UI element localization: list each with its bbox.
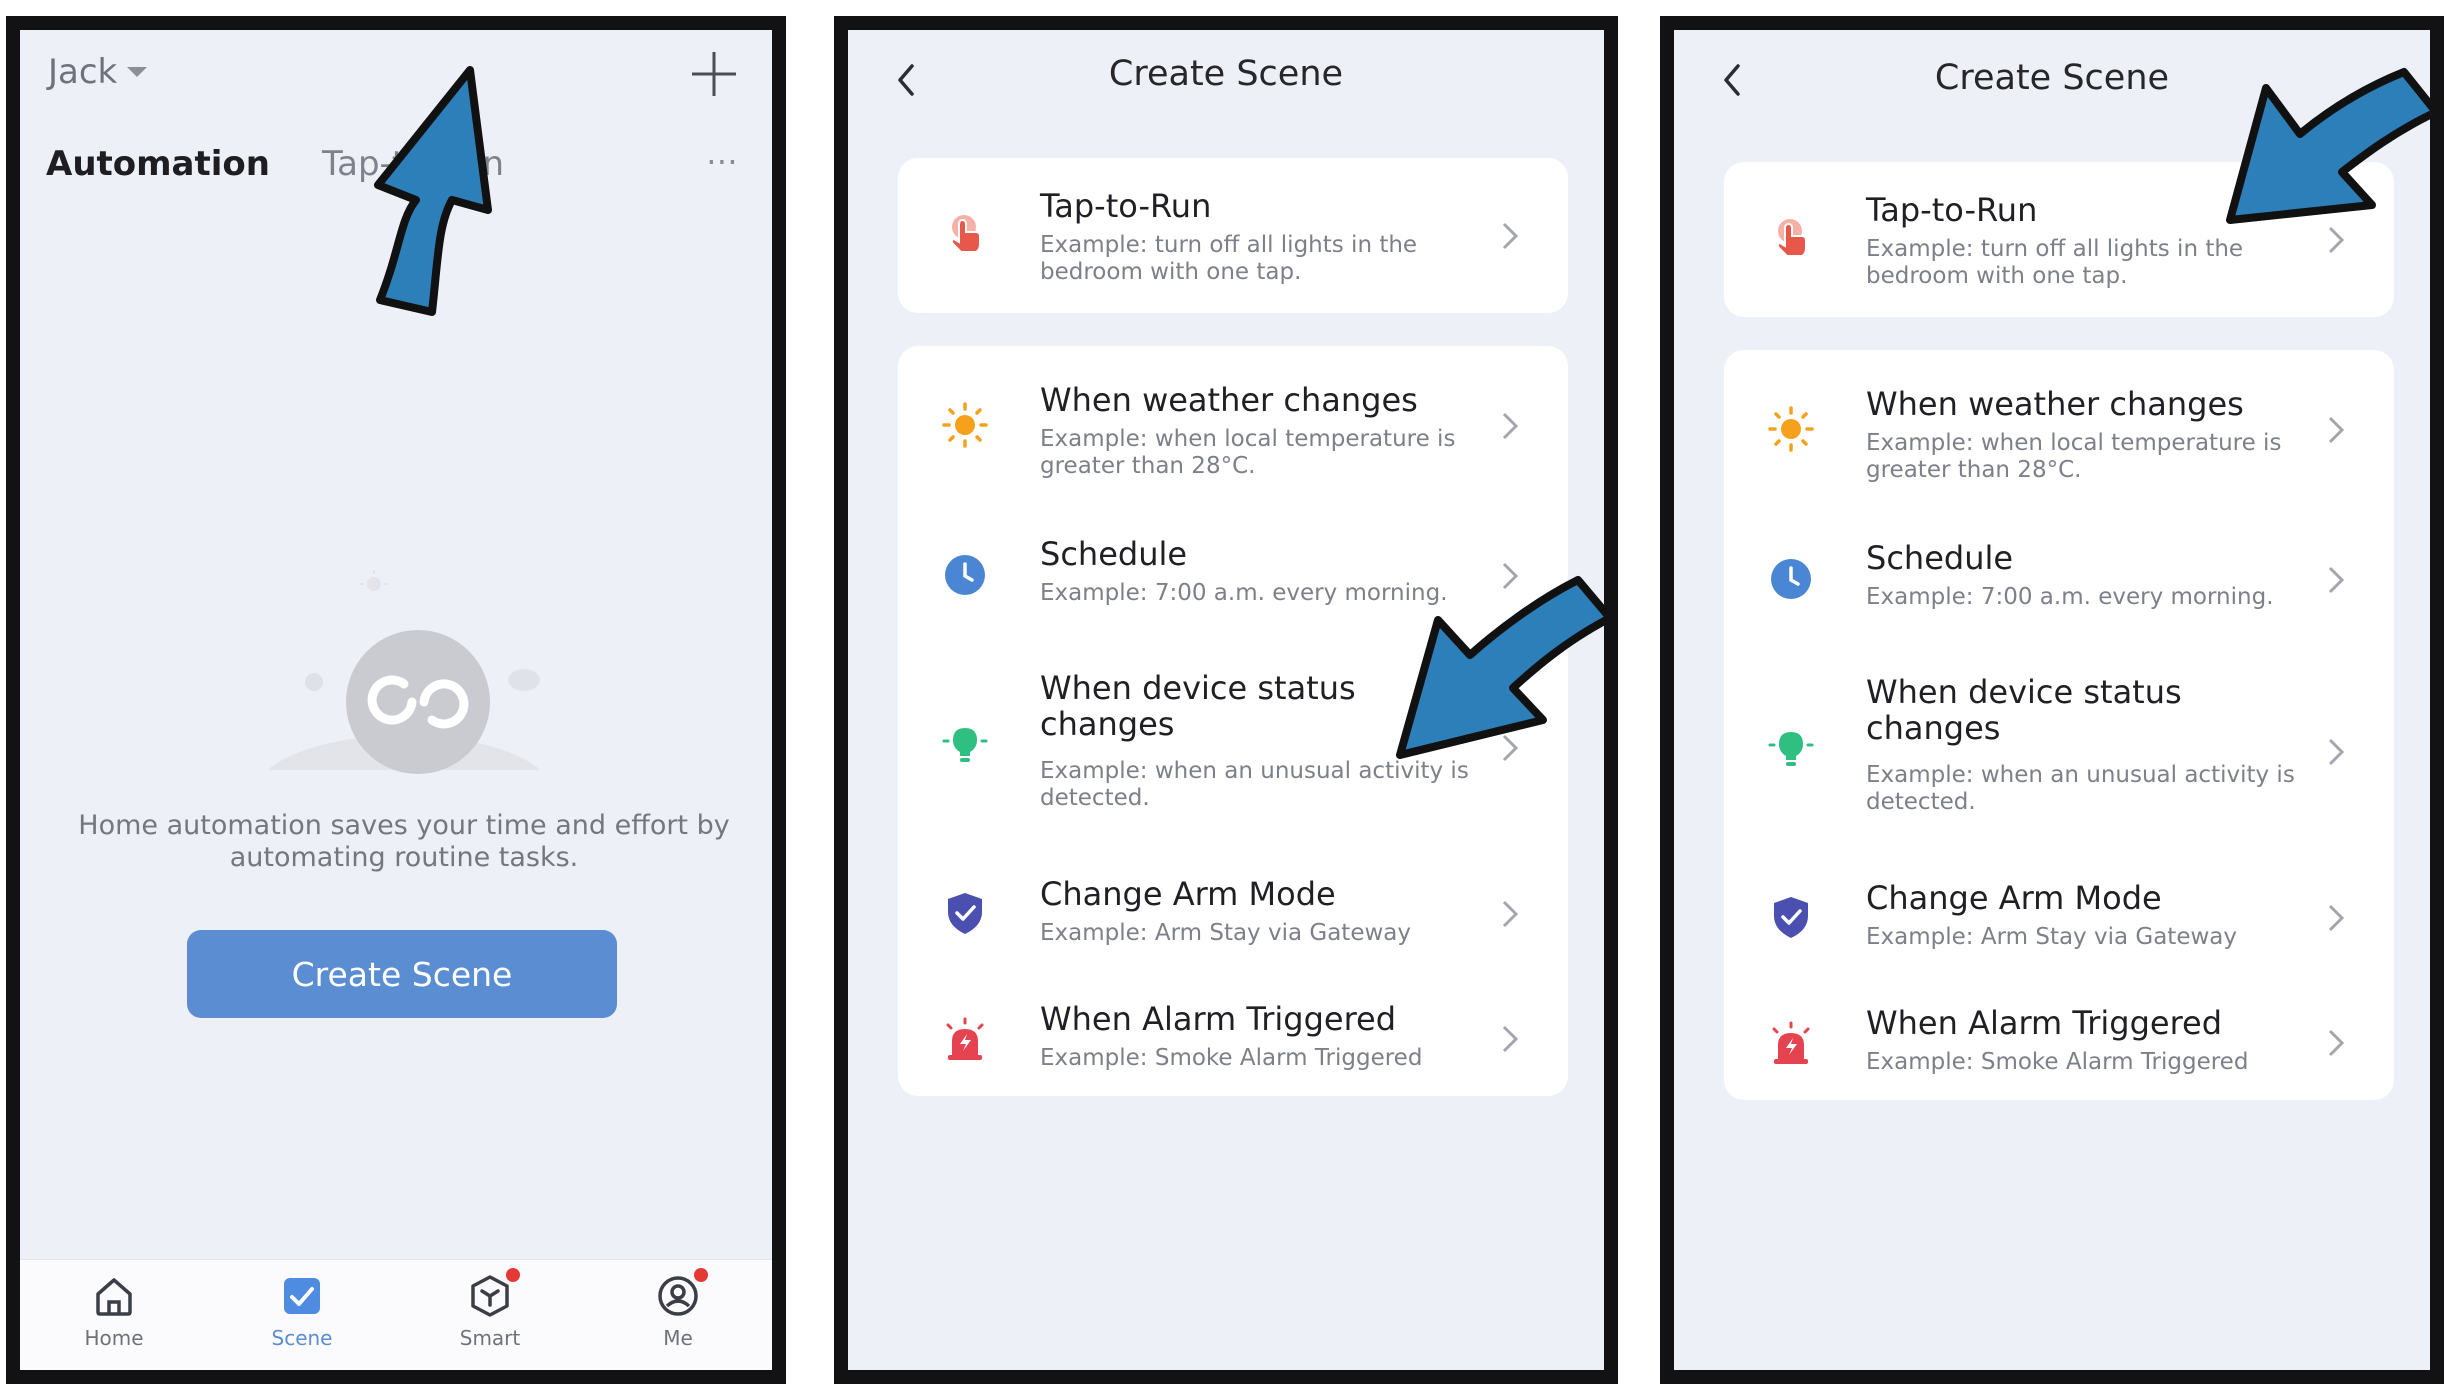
sun-icon: [1768, 406, 1814, 452]
list-item-alarm[interactable]: When Alarm Triggered Example: Smoke Alar…: [898, 971, 1568, 1096]
list-item-schedule[interactable]: Schedule Example: 7:00 a.m. every mornin…: [898, 506, 1568, 646]
tab-automation[interactable]: Automation: [46, 144, 270, 184]
alarm-siren-icon: [946, 1017, 984, 1060]
bottom-nav: Home Scene Smart Me: [20, 1259, 772, 1370]
sun-icon: [942, 402, 988, 448]
item-title: When device status changes: [1040, 669, 1356, 743]
item-description: Example: 7:00 a.m. every morning.: [1866, 584, 2274, 610]
chevron-right-icon: [1502, 562, 1519, 590]
nav-scene-label: Scene: [271, 1326, 333, 1350]
list-item-weather[interactable]: When weather changes Example: when local…: [898, 346, 1568, 506]
item-title: Schedule: [1040, 535, 1188, 573]
nav-smart[interactable]: Smart: [396, 1260, 584, 1370]
item-description: Example: turn off all lights in the bedr…: [1040, 232, 1418, 285]
chevron-right-icon: [2328, 738, 2345, 766]
list-item-weather[interactable]: When weather changes Example: when local…: [1724, 350, 2394, 510]
nav-smart-label: Smart: [459, 1326, 521, 1350]
item-description: Example: Arm Stay via Gateway: [1866, 924, 2237, 950]
home-icon: [96, 1278, 132, 1316]
user-name: Jack: [48, 52, 118, 92]
item-description: Example: Arm Stay via Gateway: [1040, 920, 1411, 946]
nav-me-label: Me: [663, 1326, 693, 1350]
empty-state-illustration: [234, 570, 574, 820]
more-icon[interactable]: ⋯: [706, 142, 739, 180]
item-description: Example: turn off all lights in the bedr…: [1866, 236, 2244, 289]
nav-scene[interactable]: Scene: [208, 1260, 396, 1370]
nav-me[interactable]: Me: [584, 1260, 772, 1370]
list-item-schedule[interactable]: Schedule Example: 7:00 a.m. every mornin…: [1724, 510, 2394, 650]
page-title: Create Scene: [1934, 58, 2170, 98]
scene-check-icon: [284, 1278, 320, 1314]
item-description: Example: when local temperature is great…: [1866, 430, 2282, 483]
chevron-right-icon: [1502, 222, 1519, 250]
item-title: When weather changes: [1040, 381, 1418, 419]
item-title: Tap-to-Run: [1866, 191, 2038, 229]
shield-check-icon: [1774, 897, 1808, 938]
chevron-right-icon: [2328, 904, 2345, 932]
user-switcher[interactable]: Jack: [48, 52, 148, 92]
item-description: Example: when local temperature is great…: [1040, 426, 1456, 479]
page-title: Create Scene: [1108, 54, 1344, 94]
condition-card-tap: Tap-to-Run Example: turn off all lights …: [898, 158, 1568, 313]
tap-hand-icon: [950, 215, 981, 253]
caret-down-icon: [127, 67, 148, 77]
chevron-right-icon: [2328, 1029, 2345, 1057]
chevron-right-icon: [1502, 412, 1519, 440]
item-description: Example: Smoke Alarm Triggered: [1866, 1049, 2249, 1075]
tab-tap-to-run[interactable]: Tap-to-Run: [322, 144, 504, 184]
item-title: Schedule: [1866, 539, 2014, 577]
item-title: Change Arm Mode: [1866, 879, 2162, 917]
shield-check-icon: [948, 893, 982, 934]
clock-icon: [1771, 559, 1811, 599]
notification-badge: [506, 1268, 520, 1282]
item-title: Tap-to-Run: [1040, 187, 1212, 225]
chevron-right-icon: [2328, 226, 2345, 254]
item-title: When device status changes: [1866, 673, 2182, 747]
item-description: Example: Smoke Alarm Triggered: [1040, 1045, 1423, 1071]
empty-state-text: Home automation saves your time and effo…: [78, 810, 730, 873]
tap-hand-icon: [1776, 219, 1807, 257]
list-item-tap-to-run[interactable]: Tap-to-Run Example: turn off all lights …: [1724, 162, 2394, 317]
item-description: Example: when an unusual activity is det…: [1040, 758, 1469, 811]
clock-icon: [945, 555, 985, 595]
create-scene-screen: Create Scene Tap-to-Run Example: turn of…: [834, 16, 1618, 1384]
annotation-arrow-icon: [374, 66, 492, 316]
chevron-right-icon: [2328, 566, 2345, 594]
list-item-arm-mode[interactable]: Change Arm Mode Example: Arm Stay via Ga…: [1724, 850, 2394, 975]
bulb-icon: [1768, 732, 1814, 766]
chevron-right-icon: [1502, 734, 1519, 762]
chevron-right-icon: [2328, 416, 2345, 444]
nav-home[interactable]: Home: [20, 1260, 208, 1370]
add-icon[interactable]: [688, 48, 740, 100]
condition-card-tap: Tap-to-Run Example: turn off all lights …: [1724, 162, 2394, 317]
condition-card-list: When weather changes Example: when local…: [898, 346, 1568, 1096]
create-scene-screen-2: Create Scene Tap-to-Run Example: turn of…: [1660, 16, 2444, 1384]
nav-home-label: Home: [84, 1326, 144, 1350]
condition-card-list: When weather changes Example: when local…: [1724, 350, 2394, 1100]
bulb-icon: [942, 728, 988, 762]
chevron-right-icon: [1502, 900, 1519, 928]
create-scene-button[interactable]: Create Scene: [187, 930, 617, 1018]
list-item-device-status[interactable]: When device status changes Example: when…: [1724, 650, 2394, 850]
list-item-tap-to-run[interactable]: Tap-to-Run Example: turn off all lights …: [898, 158, 1568, 313]
item-description: Example: 7:00 a.m. every morning.: [1040, 580, 1448, 606]
alarm-siren-icon: [1772, 1021, 1810, 1064]
item-description: Example: when an unusual activity is det…: [1866, 762, 2295, 815]
automation-screen: Jack Automation Tap-to-Run ⋯ Home automa…: [6, 16, 786, 1384]
item-title: Change Arm Mode: [1040, 875, 1336, 913]
list-item-device-status[interactable]: When device status changes Example: when…: [898, 646, 1568, 846]
item-title: When Alarm Triggered: [1040, 1000, 1397, 1038]
notification-badge: [694, 1268, 708, 1282]
list-item-alarm[interactable]: When Alarm Triggered Example: Smoke Alar…: [1724, 975, 2394, 1100]
chevron-right-icon: [1502, 1025, 1519, 1053]
list-item-arm-mode[interactable]: Change Arm Mode Example: Arm Stay via Ga…: [898, 846, 1568, 971]
scene-tabs: Automation Tap-to-Run: [46, 144, 504, 184]
item-title: When Alarm Triggered: [1866, 1004, 2223, 1042]
item-title: When weather changes: [1866, 385, 2244, 423]
